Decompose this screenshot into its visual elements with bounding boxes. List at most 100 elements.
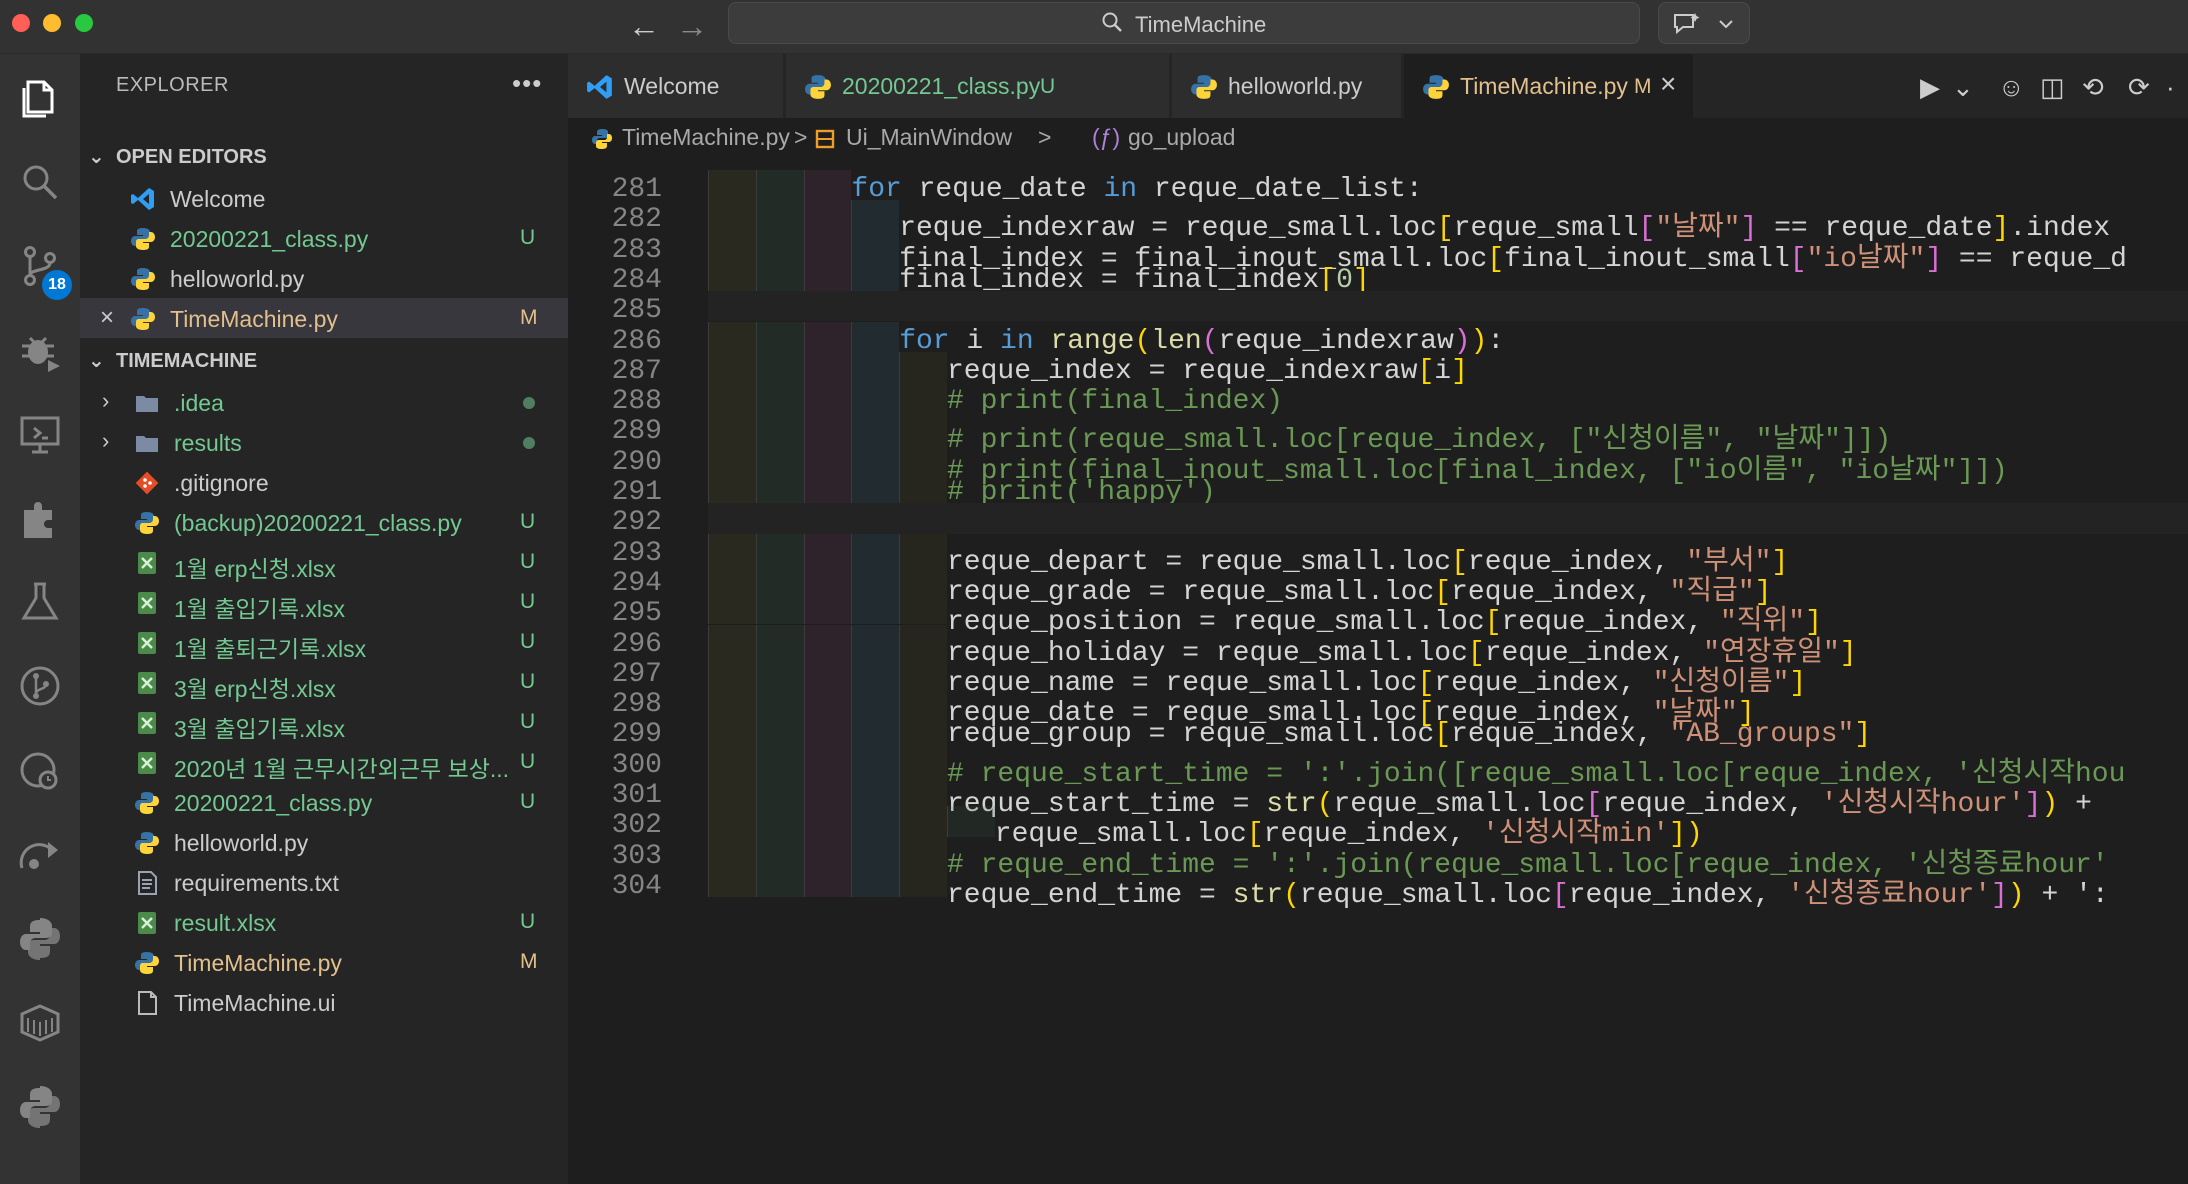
- extensions-icon[interactable]: [14, 492, 66, 544]
- line-number: 290: [611, 446, 662, 478]
- file-item[interactable]: 1월 출입기록.xlsx U: [80, 582, 568, 622]
- code-token: reque_date_list:: [1137, 174, 1423, 205]
- file-item[interactable]: 1월 출퇴근기록.xlsx U: [80, 622, 568, 662]
- cat-icon[interactable]: ☺: [1998, 72, 2025, 103]
- line-number: 295: [611, 598, 662, 630]
- indent-guide: [708, 442, 756, 473]
- file-item[interactable]: (backup)20200221_class.py U: [80, 502, 568, 542]
- git-graph-icon[interactable]: [14, 660, 66, 712]
- code-token: reque_index,: [1451, 719, 1670, 751]
- indent-guide: [755, 170, 804, 201]
- git-status-badge: U: [520, 510, 536, 533]
- chat-button[interactable]: [1658, 2, 1750, 44]
- tab-helloworld-py[interactable]: helloworld.py: [1172, 54, 1402, 118]
- file-item[interactable]: TimeMachine.ui: [80, 982, 568, 1022]
- tab-20200221-class-py[interactable]: 20200221_class.py U: [786, 54, 1170, 118]
- indent-guide: [851, 745, 900, 776]
- code-token: ]: [1925, 243, 1943, 275]
- file-item[interactable]: 2020년 1월 근무시간외근무 보상... U: [80, 742, 568, 782]
- indent-guide: [803, 776, 852, 807]
- indent-guide: [755, 442, 804, 473]
- indent-guide: [708, 624, 756, 655]
- folder-item[interactable]: › .idea: [80, 382, 568, 422]
- more-actions-icon[interactable]: •••: [512, 68, 542, 99]
- python-env-icon[interactable]: [14, 1080, 66, 1132]
- python-icon: [135, 832, 159, 854]
- breadcrumb-separator: >: [794, 124, 808, 150]
- file-item[interactable]: helloworld.py: [80, 822, 568, 862]
- git-status-badge: U: [520, 790, 536, 813]
- breadcrumb-function[interactable]: go_upload: [1128, 124, 1235, 151]
- indent-guide: [851, 351, 900, 383]
- live-share-icon[interactable]: [14, 828, 66, 880]
- open-editor-item[interactable]: Welcome: [80, 178, 568, 218]
- file-item[interactable]: TimeMachine.py M: [80, 942, 568, 982]
- file-item[interactable]: result.xlsx U: [80, 902, 568, 942]
- indent-guide: [708, 715, 756, 746]
- git-status-badge: M: [1634, 75, 1652, 98]
- code-editor[interactable]: 281 for reque_date in reque_date_list: 282…: [568, 160, 2188, 1184]
- code-token: '신청종료hour': [1787, 879, 1992, 911]
- git-status-badge: U: [520, 226, 536, 249]
- line-number: 282: [611, 204, 662, 236]
- file-item[interactable]: 1월 erp신청.xlsx U: [80, 542, 568, 582]
- split-editor-icon[interactable]: ◫: [2040, 72, 2065, 103]
- minimize-window-button[interactable]: [43, 14, 61, 32]
- git-status-badge: U: [520, 710, 536, 733]
- indent-guide: [899, 382, 947, 413]
- tab-timemachine-py[interactable]: TimeMachine.py M ×: [1404, 54, 1694, 118]
- python-icon: [1191, 75, 1217, 99]
- indent-guide: [803, 533, 852, 564]
- timeline-icon[interactable]: [14, 744, 66, 796]
- folder-item[interactable]: › results: [80, 422, 568, 462]
- close-icon[interactable]: ×: [1660, 68, 1676, 100]
- file-item[interactable]: 20200221_class.py U: [80, 782, 568, 822]
- more-icon[interactable]: ·: [2166, 72, 2175, 103]
- python-icon: [135, 792, 159, 814]
- forward-arrow-icon[interactable]: →: [676, 6, 708, 46]
- tab-welcome[interactable]: Welcome: [568, 54, 784, 118]
- line-number: 301: [611, 780, 662, 811]
- chevron-down-icon[interactable]: ⌄: [1952, 72, 1974, 103]
- code-token: [: [1789, 243, 1807, 275]
- indent-guide: [899, 836, 947, 867]
- close-icon[interactable]: ×: [100, 304, 114, 332]
- breadcrumb-class[interactable]: Ui_MainWindow: [846, 124, 1012, 151]
- go-forward-icon[interactable]: ⟳: [2128, 72, 2150, 103]
- file-item[interactable]: requirements.txt: [80, 862, 568, 902]
- testing-icon[interactable]: [14, 576, 66, 628]
- remote-explorer-icon[interactable]: [14, 408, 66, 460]
- zoom-window-button[interactable]: [75, 14, 93, 32]
- close-window-button[interactable]: [12, 14, 30, 32]
- back-arrow-icon[interactable]: ←: [628, 6, 660, 46]
- explorer-icon[interactable]: [14, 72, 66, 124]
- file-item[interactable]: .gitignore: [80, 462, 568, 502]
- open-editor-item[interactable]: helloworld.py: [80, 258, 568, 298]
- open-editor-item[interactable]: × TimeMachine.py M: [80, 298, 568, 338]
- line-number: 303: [611, 840, 662, 872]
- indent-guide: [755, 473, 804, 504]
- breadcrumb-file[interactable]: TimeMachine.py: [622, 124, 790, 151]
- chevron-right-icon[interactable]: ›: [102, 388, 109, 414]
- source-control-icon[interactable]: 18: [14, 240, 72, 300]
- file-item[interactable]: 3월 출입기록.xlsx U: [80, 702, 568, 742]
- indent-guide: [755, 866, 804, 898]
- chevron-right-icon[interactable]: ›: [102, 428, 109, 454]
- git-status-badge: U: [520, 630, 536, 653]
- python-icon: [131, 268, 155, 290]
- open-editor-item[interactable]: 20200221_class.py U: [80, 218, 568, 258]
- git-status-badge: U: [520, 910, 536, 933]
- indent-guide: [803, 321, 852, 352]
- open-editors-section[interactable]: ⌄ OPEN EDITORS: [80, 138, 568, 178]
- timemachine-section[interactable]: ⌄ TIMEMACHINE: [80, 342, 568, 382]
- containers-icon[interactable]: [14, 996, 66, 1048]
- file-item[interactable]: 3월 erp신청.xlsx U: [80, 662, 568, 702]
- go-back-icon[interactable]: ⟲: [2082, 72, 2104, 103]
- run-debug-icon[interactable]: [14, 324, 66, 376]
- python-icon: [131, 228, 155, 250]
- indent-guide: [708, 260, 756, 292]
- command-center-search[interactable]: TimeMachine: [728, 2, 1640, 44]
- search-icon[interactable]: [14, 156, 66, 208]
- python-icon[interactable]: [14, 912, 66, 964]
- run-icon[interactable]: ▶: [1920, 72, 1940, 103]
